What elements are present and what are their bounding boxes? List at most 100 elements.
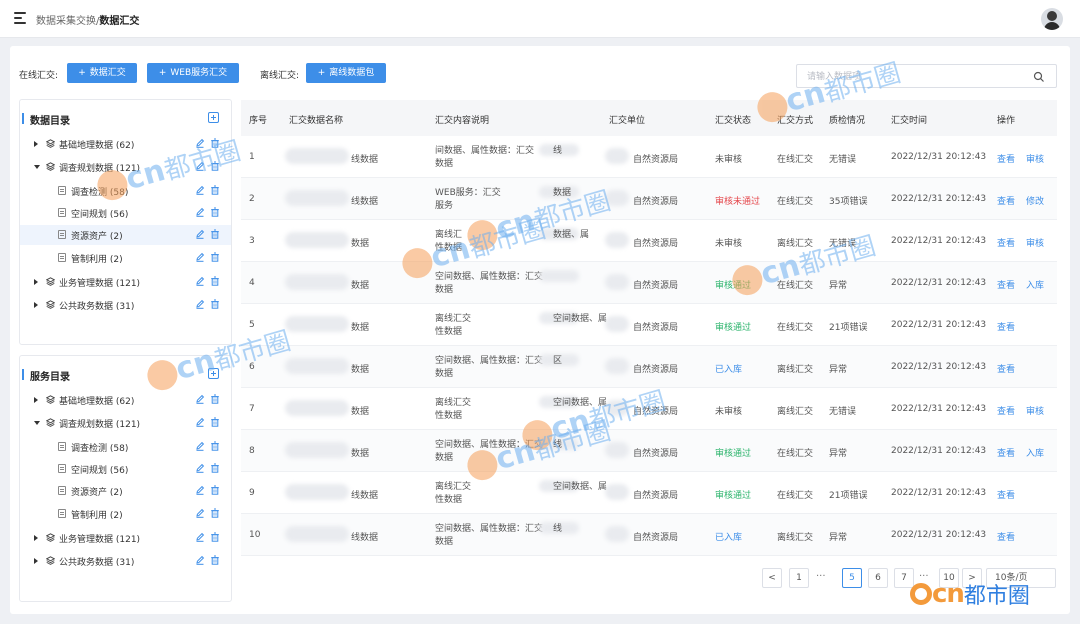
next-page-button[interactable]: > [962, 568, 982, 588]
tree-subnode[interactable]: 空间规划 (56) [20, 459, 231, 479]
edit-icon[interactable] [195, 229, 205, 239]
edit-icon[interactable] [195, 417, 205, 427]
row-action-link[interactable]: 审核 [1026, 236, 1044, 249]
menu-toggle-icon[interactable] [14, 12, 28, 24]
tree-node[interactable]: 基础地理数据 (62) [20, 390, 231, 410]
add-catalog-icon[interactable] [208, 112, 219, 123]
caret-right-icon[interactable] [34, 535, 38, 541]
offline-package-button[interactable]: + 离线数据包 [306, 63, 386, 83]
row-action-link[interactable]: 查看 [997, 530, 1015, 543]
edit-icon[interactable] [195, 276, 205, 286]
row-action-link[interactable]: 查看 [997, 404, 1015, 417]
tree-subnode[interactable]: 空间规划 (56) [20, 203, 231, 223]
edit-icon[interactable] [195, 185, 205, 195]
tree-subnode[interactable]: 调查检测 (58) [20, 437, 231, 457]
delete-icon[interactable] [210, 185, 220, 195]
tree-subnode[interactable]: 资源资产 (2) [20, 481, 231, 501]
table-row[interactable]: 4 数据 空间数据、属性数据：汇交 数据 自然资源局 审核通过 在线汇交 异常 2022/12/… [241, 262, 1057, 304]
table-row[interactable]: 1 线数据 间数据、属性数据：汇交 数据 线自然资源局 未审核 在线汇交 无错误 2022/12… [241, 136, 1057, 178]
table-row[interactable]: 2 线数据 WEB服务：汇交 服务 数据 自然资源局 审核未通过 在线汇交 35项错误 2022/… [241, 178, 1057, 220]
delete-icon[interactable] [210, 161, 220, 171]
data-submit-button[interactable]: + 数据汇交 [67, 63, 137, 83]
tree-subnode[interactable]: 管制利用 (2) [20, 504, 231, 524]
tree-node[interactable]: 公共政务数据 (31) [20, 551, 231, 571]
delete-icon[interactable] [210, 555, 220, 565]
table-row[interactable]: 9 线数据 离线汇交 性数据 空间数据、属 自然资源局 审核通过 在线汇交 21项错误 2022/… [241, 472, 1057, 514]
edit-icon[interactable] [195, 485, 205, 495]
breadcrumb-parent[interactable]: 数据采集交换/ [36, 16, 99, 27]
delete-icon[interactable] [210, 252, 220, 262]
table-row[interactable]: 10 线数据 空间数据、属性数据：汇交 数据 线自然资源局 已入库 离线汇交 异常 2022/1… [241, 514, 1057, 556]
caret-down-icon[interactable] [34, 165, 40, 169]
delete-icon[interactable] [210, 299, 220, 309]
delete-icon[interactable] [210, 485, 220, 495]
tree-subnode[interactable]: 调查检测 (58) [20, 181, 231, 201]
prev-page-button[interactable]: < [762, 568, 782, 588]
table-row[interactable]: 8 数据 空间数据、属性数据：汇交 数据 线自然资源局 审核通过 在线汇交 异常 2022/12… [241, 430, 1057, 472]
row-action-link[interactable]: 查看 [997, 362, 1015, 375]
page-button[interactable]: 7 [894, 568, 914, 588]
row-action-link[interactable]: 审核 [1026, 404, 1044, 417]
tree-node[interactable]: 调查规划数据 (121) [20, 413, 231, 433]
edit-icon[interactable] [195, 508, 205, 518]
page-button[interactable]: 1 [789, 568, 809, 588]
edit-icon[interactable] [195, 532, 205, 542]
tree-subnode[interactable]: 管制利用 (2) [20, 248, 231, 268]
delete-icon[interactable] [210, 441, 220, 451]
tree-node[interactable]: 调查规划数据 (121) [20, 157, 231, 177]
edit-icon[interactable] [195, 299, 205, 309]
row-action-link[interactable]: 查看 [997, 320, 1015, 333]
caret-right-icon[interactable] [34, 397, 38, 403]
tree-node[interactable]: 业务管理数据 (121) [20, 528, 231, 548]
delete-icon[interactable] [210, 207, 220, 217]
caret-right-icon[interactable] [34, 141, 38, 147]
row-action-link[interactable]: 查看 [997, 194, 1015, 207]
row-action-link[interactable]: 修改 [1026, 194, 1044, 207]
search-icon[interactable] [1033, 71, 1045, 83]
delete-icon[interactable] [210, 417, 220, 427]
web-service-submit-button[interactable]: + WEB服务汇交 [147, 63, 239, 83]
page-button[interactable]: 6 [868, 568, 888, 588]
edit-icon[interactable] [195, 555, 205, 565]
add-catalog-icon[interactable] [208, 368, 219, 379]
table-row[interactable]: 5 数据 离线汇交 性数据 空间数据、属 自然资源局 审核通过 在线汇交 21项错误 2022/1… [241, 304, 1057, 346]
row-action-link[interactable]: 入库 [1026, 278, 1044, 291]
edit-icon[interactable] [195, 441, 205, 451]
row-action-link[interactable]: 入库 [1026, 446, 1044, 459]
page-size-select[interactable]: 10条/页 [986, 568, 1056, 588]
delete-icon[interactable] [210, 463, 220, 473]
row-action-link[interactable]: 查看 [997, 278, 1015, 291]
edit-icon[interactable] [195, 463, 205, 473]
tree-subnode[interactable]: 资源资产 (2) [20, 225, 231, 245]
tree-node[interactable]: 公共政务数据 (31) [20, 295, 231, 315]
tree-node[interactable]: 业务管理数据 (121) [20, 272, 231, 292]
edit-icon[interactable] [195, 207, 205, 217]
delete-icon[interactable] [210, 508, 220, 518]
caret-right-icon[interactable] [34, 558, 38, 564]
page-button[interactable]: 10 [939, 568, 959, 588]
edit-icon[interactable] [195, 161, 205, 171]
row-action-link[interactable]: 查看 [997, 488, 1015, 501]
table-row[interactable]: 7 数据 离线汇交 性数据 空间数据、属 自然资源局 未审核 离线汇交 无错误 2022/12/3… [241, 388, 1057, 430]
caret-right-icon[interactable] [34, 302, 38, 308]
table-row[interactable]: 6 数据 空间数据、属性数据：汇交 数据 区自然资源局 已入库 离线汇交 异常 2022/12/… [241, 346, 1057, 388]
caret-down-icon[interactable] [34, 421, 40, 425]
row-action-link[interactable]: 查看 [997, 236, 1015, 249]
search-input[interactable] [807, 70, 1027, 83]
edit-icon[interactable] [195, 394, 205, 404]
edit-icon[interactable] [195, 252, 205, 262]
row-action-link[interactable]: 审核 [1026, 152, 1044, 165]
row-action-link[interactable]: 查看 [997, 152, 1015, 165]
delete-icon[interactable] [210, 138, 220, 148]
delete-icon[interactable] [210, 276, 220, 286]
page-button[interactable]: 5 [842, 568, 862, 588]
tree-node[interactable]: 基础地理数据 (62) [20, 134, 231, 154]
row-action-link[interactable]: 查看 [997, 446, 1015, 459]
delete-icon[interactable] [210, 394, 220, 404]
user-avatar[interactable] [1041, 8, 1063, 30]
caret-right-icon[interactable] [34, 279, 38, 285]
edit-icon[interactable] [195, 138, 205, 148]
delete-icon[interactable] [210, 229, 220, 239]
delete-icon[interactable] [210, 532, 220, 542]
table-row[interactable]: 3 数据 离线汇 性数据 数据、属 自然资源局 未审核 离线汇交 无错误 2022/12/31 2… [241, 220, 1057, 262]
